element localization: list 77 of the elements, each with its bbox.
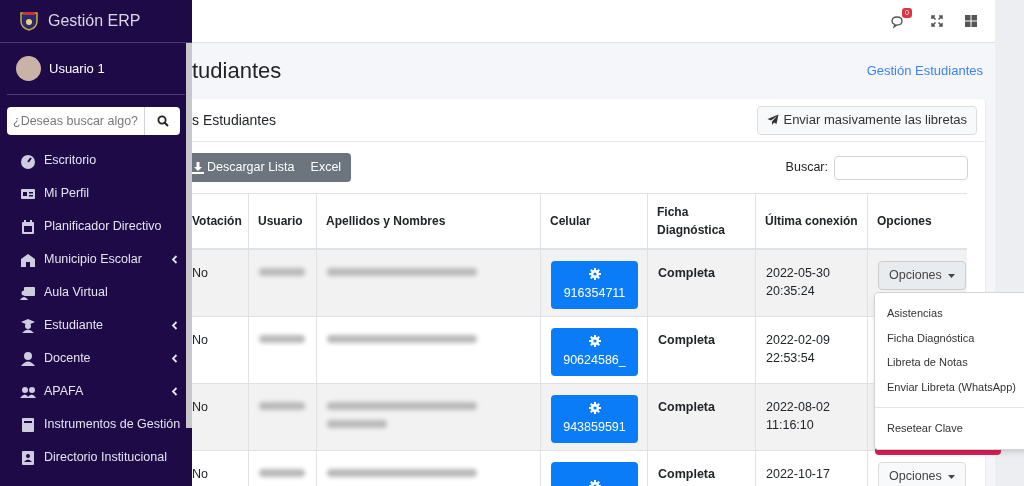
table-cell: Completa [658,400,715,414]
presentation-icon [20,284,36,301]
dropdown-item[interactable]: Resetear Clave [875,416,1024,441]
paper-plane-icon [767,114,780,126]
phone-button[interactable]: 90624586_ [551,328,638,376]
table-cell: No [192,266,208,280]
sidebar-item[interactable]: Docente [0,342,184,375]
blurred-text [259,402,305,410]
blurred-text [259,335,305,343]
table-cell: 2022-02-09 22:53:54 [766,333,830,365]
search-button[interactable] [145,107,180,135]
send-button[interactable]: Enviar masivamente las libretas [757,105,977,135]
user-name[interactable]: Usuario 1 [49,58,105,79]
sidebar-item[interactable]: Aula Virtual [0,276,184,309]
brand-title: Gestión ERP [48,11,141,31]
shield-logo-icon [20,11,38,31]
page-title: tudiantes [192,60,282,82]
column-header: Apellidos y Nombres [316,194,540,248]
table-cell: 2022-05-30 20:35:24 [766,266,830,298]
expand-icon[interactable] [931,15,943,27]
phone-button[interactable]: 916354711 [551,261,638,309]
search-label: Buscar: [785,159,828,177]
sidebar-item[interactable]: Instrumentos de Gestión [0,408,184,441]
gear-icon [588,401,601,414]
phone-button[interactable]: 943859591 [551,395,638,443]
sidebar-item[interactable]: Mi Perfil [0,177,184,210]
sidebar-item[interactable]: Escritorio [0,144,184,177]
search-icon [156,115,169,127]
table-cell: No [192,400,208,414]
gear-icon [588,334,601,347]
column-header: Celular [540,194,647,248]
sidebar-item[interactable]: Directorio Institucional [0,441,184,474]
caret-icon [947,474,955,479]
dropdown-item[interactable]: Libreta de Notas [875,350,1024,375]
table-cell: No [192,333,208,347]
dropdown-item[interactable]: Ficha Diagnóstica [875,325,1024,350]
blurred-text [259,469,305,477]
dropdown-item[interactable]: Asistencias [875,301,1024,326]
book-icon [20,416,36,433]
user-icon [20,350,36,367]
excel-button[interactable]: Excel [300,153,352,182]
download-button[interactable]: Descargar Lista [192,153,301,182]
column-header: Opciones [867,194,967,248]
building-icon [20,251,36,268]
graduate-icon [20,317,36,334]
sidebar-item[interactable]: Planificador Directivo [0,210,184,243]
download-icon [192,161,204,174]
avatar [16,56,41,81]
table-search-field[interactable] [834,155,968,180]
gear-icon [588,267,601,280]
table-cell: Completa [658,333,715,347]
grid-icon[interactable] [965,15,977,27]
column-header: Última conexión [755,194,867,248]
options-button[interactable]: Opciones [878,261,966,290]
gauge-icon [20,152,36,169]
card-title: s Estudiantes [192,110,277,130]
column-header: Votación [192,213,243,230]
sidebar-item[interactable]: Municipio Escolar [0,243,184,276]
blurred-text [259,268,305,276]
dropdown-item[interactable]: Enviar Libreta (WhatsApp) [875,374,1024,399]
table-cell: 2022-10-17 [766,467,830,481]
caret-icon [947,273,955,278]
breadcrumb-link[interactable]: Gestión Estudiantes [866,61,983,81]
column-header: Usuario [248,194,316,248]
table-cell: Completa [658,266,715,280]
sidebar-item[interactable]: APAFA [0,375,184,408]
column-header: Ficha Diagnóstica [647,194,755,248]
options-button[interactable]: Opciones [878,462,966,486]
sidebar-item[interactable]: Estudiante [0,309,184,342]
table-cell: Completa [658,467,715,481]
search-field[interactable]: ¿Deseas buscar algo? [7,107,145,135]
table-cell: 2022-08-02 11:16:10 [766,400,830,432]
blurred-text [327,420,387,428]
table-cell: No [192,467,208,481]
chat-icon[interactable] [891,16,905,29]
calendar-icon [20,218,36,235]
address-book-icon [20,449,36,466]
